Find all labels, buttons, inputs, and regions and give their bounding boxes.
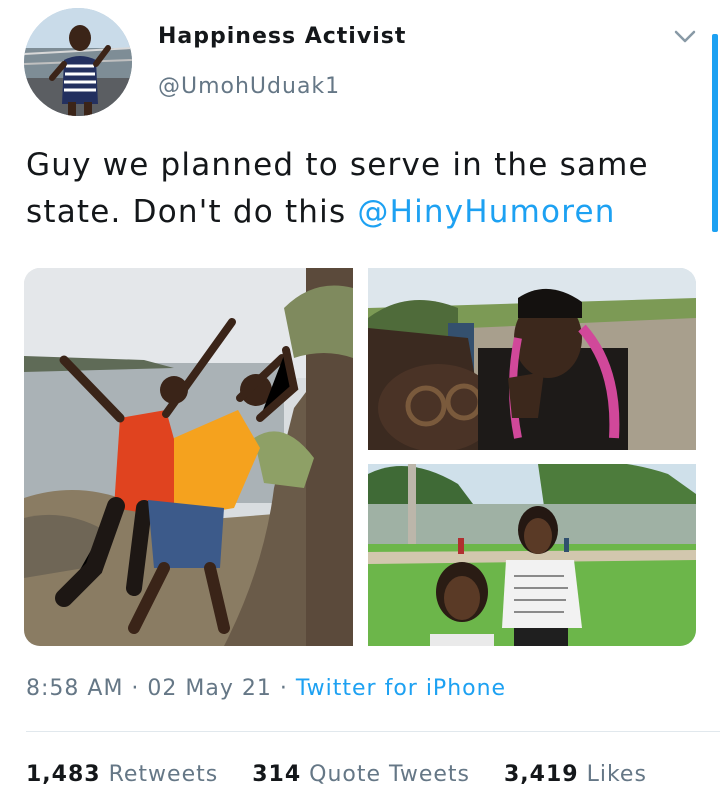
retweets-stat[interactable]: 1,483 Retweets — [26, 762, 218, 787]
media-grid — [24, 268, 696, 646]
engagement-stats: 1,483 Retweets 314 Quote Tweets 3,419 Li… — [26, 762, 673, 787]
quote-tweets-stat[interactable]: 314 Quote Tweets — [252, 762, 470, 787]
photo-3[interactable] — [368, 464, 696, 646]
user-handle[interactable]: @UmohUduak1 — [158, 74, 340, 99]
quote-tweets-label: Quote Tweets — [309, 762, 470, 787]
tweet-meta: 8:58 AM · 02 May 21 · Twitter for iPhone — [26, 676, 506, 701]
avatar[interactable] — [24, 8, 132, 116]
photo-2[interactable] — [368, 268, 696, 450]
avatar-photo — [24, 8, 132, 116]
quote-tweets-count: 314 — [252, 762, 302, 787]
tweet-text: Guy we planned to serve in the same stat… — [26, 142, 686, 236]
timestamp[interactable]: 8:58 AM · 02 May 21 · — [26, 676, 296, 701]
retweets-label: Retweets — [108, 762, 219, 787]
mention-link[interactable]: @HinyHumoren — [357, 194, 615, 230]
likes-stat[interactable]: 3,419 Likes — [504, 762, 647, 787]
source-link[interactable]: Twitter for iPhone — [296, 676, 506, 701]
likes-count: 3,419 — [503, 762, 579, 787]
retweets-count: 1,483 — [26, 762, 101, 787]
likes-label: Likes — [586, 762, 647, 787]
divider — [26, 731, 720, 732]
photo-1[interactable] — [24, 268, 353, 646]
display-name[interactable]: Happiness Activist — [158, 24, 406, 49]
scrollbar[interactable] — [712, 34, 718, 232]
chevron-down-icon[interactable] — [670, 22, 700, 52]
